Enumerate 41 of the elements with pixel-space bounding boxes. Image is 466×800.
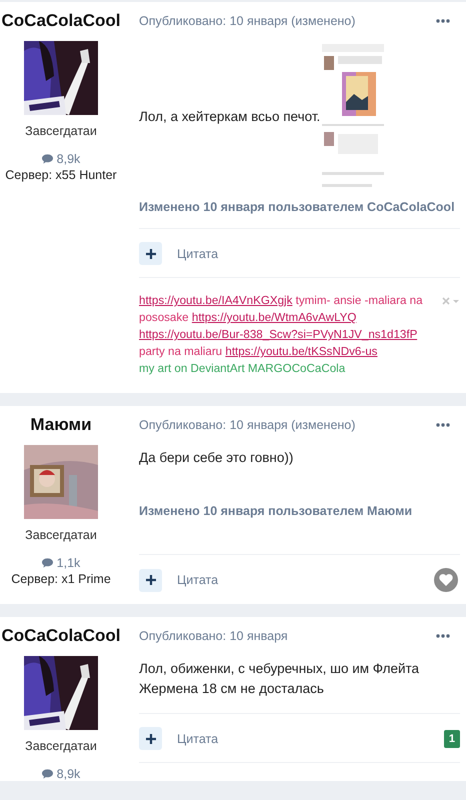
signature-text: https://youtu.be/IA4VnKGXgjk tymim- ansie -maliara na pososake https://youtu.be/WtmA6vAwLYQ https://youtu.be/Bur-838_Scw?si=PVyN1JV_ns1d13fP party na maliaru https://youtu.be/tKSsNDv6-us [139, 293, 424, 360]
server-label: Сервер: x1 Prime [11, 572, 111, 586]
comment-icon [42, 154, 53, 164]
post-count: 8,9k [56, 767, 80, 781]
post-count: 8,9k [56, 152, 80, 166]
edit-note: Изменено 10 января пользователем Маюми [139, 504, 413, 518]
post-text: Лол, обиженки, с чебуречных, шо им Флейта Жермена 18 см не досталась [139, 661, 420, 696]
reaction-count: 1 [444, 730, 460, 748]
post-date: Опубликовано: 10 января [139, 629, 288, 643]
quote-link[interactable]: Цитата [177, 246, 218, 260]
server-label: Сервер: x55 Hunter [5, 168, 117, 182]
comment-icon [42, 769, 53, 779]
plus-icon [146, 734, 156, 744]
author-name[interactable]: CoCaColaCool [2, 626, 120, 646]
add-button[interactable] [139, 568, 162, 592]
add-button[interactable] [139, 242, 162, 265]
signature-link[interactable]: https://youtu.be/tKSsNDv6-us [225, 345, 378, 358]
post-date: Опубликовано: 10 января (изменено) [139, 418, 356, 432]
author-name[interactable]: Маюми [30, 415, 92, 435]
plus-icon [146, 248, 156, 258]
more-options-icon[interactable] [436, 19, 450, 23]
member-rank: Завсегдатаи [25, 739, 97, 753]
post-text: Лол, а хейтеркам всьо печот. [139, 108, 320, 126]
signature-text: my art on DeviantArt MARGOCoCaCola [139, 361, 346, 377]
plus-icon [146, 575, 156, 585]
signature-link[interactable]: https://youtu.be/WtmA6vAwLYQ [192, 311, 356, 324]
signature-link[interactable]: https://youtu.be/Bur-838_Scw?si=PVyN1JV_ns1d13fP [139, 328, 418, 341]
quote-link[interactable]: Цитата [177, 732, 218, 746]
post-date: Опубликовано: 10 января (изменено) [139, 14, 356, 28]
comment-icon [42, 558, 53, 568]
signature-link[interactable]: https://youtu.be/IA4VnKGXgjk [139, 294, 292, 307]
member-rank: Завсегдатаи [25, 528, 97, 542]
edit-note: Изменено 10 января пользователем CoCaColaCool [139, 200, 456, 214]
post-text: Да бери себе это говно)) [139, 450, 294, 465]
more-options-icon[interactable] [436, 423, 450, 427]
quote-link[interactable]: Цитата [177, 573, 218, 587]
add-button[interactable] [139, 727, 162, 750]
more-options-icon[interactable] [436, 634, 450, 638]
author-name[interactable]: CoCaColaCool [2, 11, 120, 31]
member-rank: Завсегдатаи [25, 124, 97, 138]
post-count: 1,1k [56, 556, 80, 570]
